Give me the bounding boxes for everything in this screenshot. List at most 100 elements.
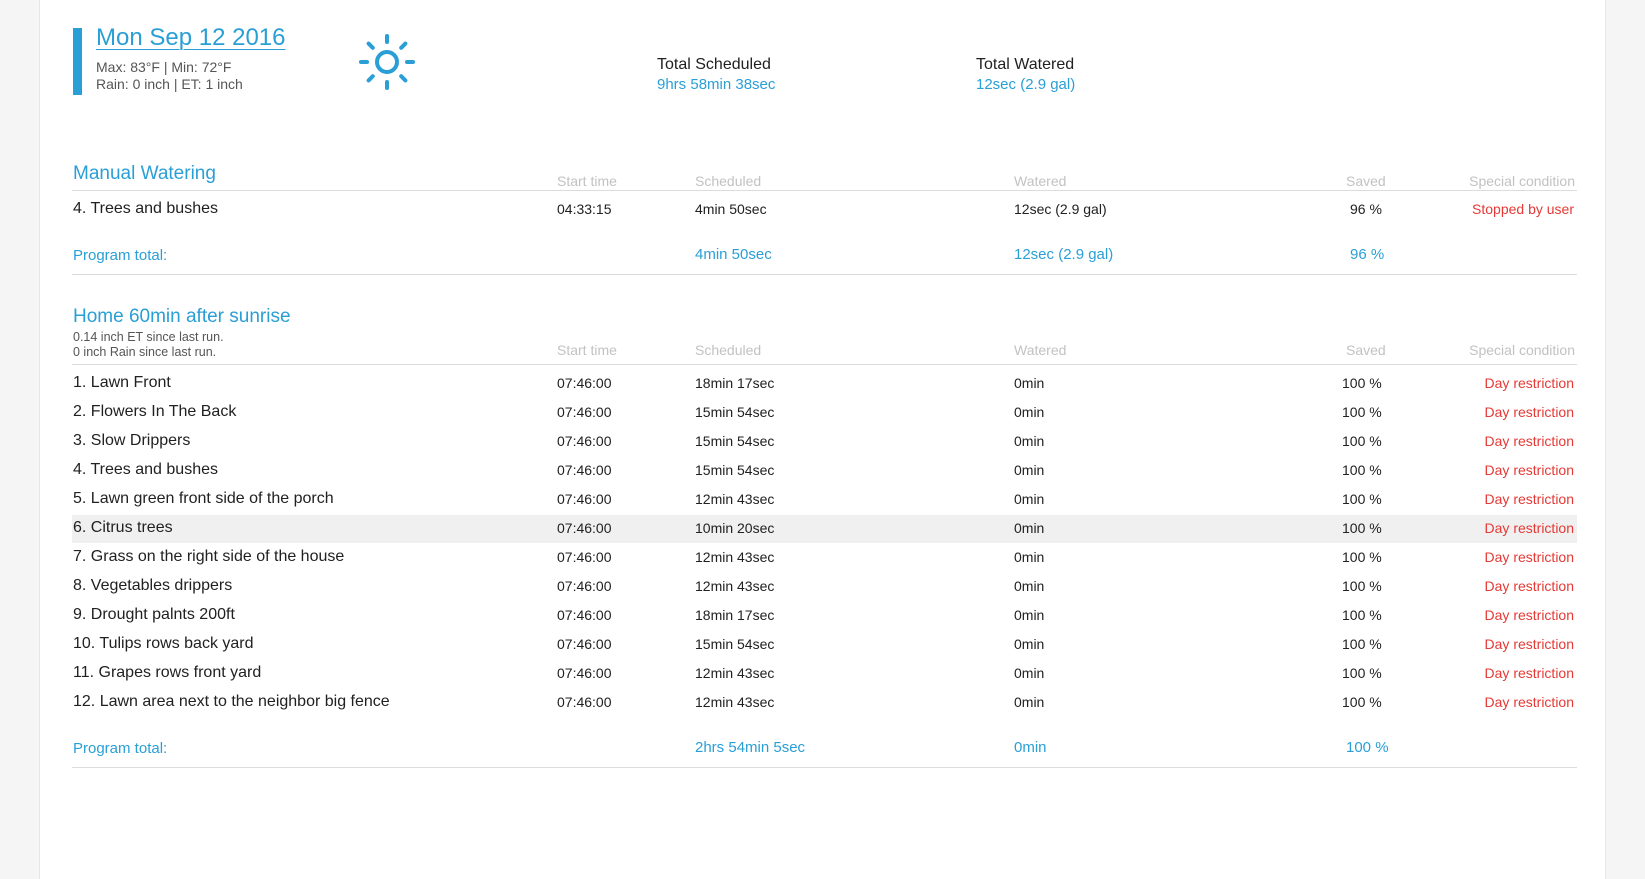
header-divider (72, 364, 1577, 365)
start-time: 07:46:00 (557, 665, 612, 681)
table-row[interactable]: 11. Grapes rows front yard 07:46:00 12mi… (72, 660, 1577, 688)
table-row[interactable]: 1. Lawn Front 07:46:00 18min 17sec 0min … (72, 370, 1577, 398)
special-condition: Day restriction (1484, 520, 1574, 536)
scheduled-duration: 12min 43sec (695, 694, 775, 710)
program-divider (72, 767, 1577, 768)
zone-name: 4. Trees and bushes (73, 461, 218, 478)
scheduled-duration: 12min 43sec (695, 491, 775, 507)
saved-percent: 100 % (1342, 520, 1382, 536)
start-time: 07:46:00 (557, 404, 612, 420)
table-row[interactable]: 9. Drought palnts 200ft 07:46:00 18min 1… (72, 602, 1577, 630)
saved-percent: 96 % (1350, 201, 1382, 217)
scheduled-duration: 12min 43sec (695, 549, 775, 565)
start-time: 07:46:00 (557, 549, 612, 565)
table-row[interactable]: 5. Lawn green front side of the porch 07… (72, 486, 1577, 514)
column-header-scheduled: Scheduled (695, 342, 762, 358)
table-row[interactable]: 7. Grass on the right side of the house … (72, 544, 1577, 572)
scheduled-duration: 15min 54sec (695, 462, 775, 478)
total-watered-value: 12sec (2.9 gal) (976, 76, 1076, 93)
zone-name: 7. Grass on the right side of the house (73, 548, 345, 565)
watered-duration: 0min (1014, 520, 1045, 536)
watered-duration: 0min (1014, 607, 1045, 623)
zone-name: 9. Drought palnts 200ft (73, 606, 235, 623)
column-header-saved: Saved (1346, 173, 1386, 189)
table-row[interactable]: 8. Vegetables drippers 07:46:00 12min 43… (72, 573, 1577, 601)
watered-duration: 0min (1014, 491, 1045, 507)
table-row[interactable]: 2. Flowers In The Back 07:46:00 15min 54… (72, 399, 1577, 427)
watered-duration: 0min (1014, 665, 1045, 681)
table-row[interactable]: 3. Slow Drippers 07:46:00 15min 54sec 0m… (72, 428, 1577, 456)
scheduled-duration: 12min 43sec (695, 665, 775, 681)
program-total-label: Program total: (73, 740, 168, 757)
start-time: 07:46:00 (557, 462, 612, 478)
zone-name: 5. Lawn green front side of the porch (73, 490, 334, 507)
scheduled-duration: 15min 54sec (695, 404, 775, 420)
column-header-scheduled: Scheduled (695, 173, 762, 189)
et-since-last-run: 0.14 inch ET since last run. (73, 330, 224, 344)
watered-duration: 12sec (2.9 gal) (1014, 201, 1107, 217)
program-total-watered: 12sec (2.9 gal) (1014, 246, 1114, 263)
sun-icon (359, 34, 415, 90)
start-time: 07:46:00 (557, 520, 612, 536)
start-time: 07:46:00 (557, 636, 612, 652)
saved-percent: 100 % (1342, 607, 1382, 623)
saved-percent: 100 % (1342, 549, 1382, 565)
total-scheduled-value: 9hrs 58min 38sec (657, 76, 776, 93)
column-header-start: Start time (557, 342, 617, 358)
program-total-saved: 100 % (1346, 739, 1389, 756)
special-condition: Day restriction (1484, 433, 1574, 449)
special-condition: Day restriction (1484, 636, 1574, 652)
date-accent-bar (73, 28, 82, 95)
watered-duration: 0min (1014, 462, 1045, 478)
scheduled-duration: 12min 43sec (695, 578, 775, 594)
saved-percent: 100 % (1342, 491, 1382, 507)
scheduled-duration: 15min 54sec (695, 433, 775, 449)
special-condition: Day restriction (1484, 375, 1574, 391)
table-row[interactable]: 10. Tulips rows back yard 07:46:00 15min… (72, 631, 1577, 659)
saved-percent: 100 % (1342, 404, 1382, 420)
saved-percent: 100 % (1342, 665, 1382, 681)
saved-percent: 100 % (1342, 578, 1382, 594)
scheduled-duration: 18min 17sec (695, 607, 775, 623)
watered-duration: 0min (1014, 433, 1045, 449)
special-condition: Day restriction (1484, 607, 1574, 623)
start-time: 07:46:00 (557, 694, 612, 710)
zone-name: 3. Slow Drippers (73, 432, 191, 449)
start-time: 04:33:15 (557, 201, 612, 217)
column-header-start: Start time (557, 173, 617, 189)
special-condition: Stopped by user (1472, 201, 1574, 217)
total-scheduled-label: Total Scheduled (657, 56, 771, 73)
column-header-saved: Saved (1346, 342, 1386, 358)
zone-name: 1. Lawn Front (73, 374, 171, 391)
program-title: Home 60min after sunrise (73, 306, 291, 327)
start-time: 07:46:00 (557, 375, 612, 391)
total-watered-label: Total Watered (976, 56, 1075, 73)
program-total-label: Program total: (73, 247, 168, 264)
table-row[interactable]: 12. Lawn area next to the neighbor big f… (72, 689, 1577, 717)
daily-report-panel: Mon Sep 12 2016 Max: 83°F | Min: 72°F Ra… (39, 0, 1606, 879)
date-link[interactable]: Mon Sep 12 2016 (96, 24, 285, 52)
zone-name: 12. Lawn area next to the neighbor big f… (73, 693, 390, 710)
program-total-watered: 0min (1014, 739, 1047, 756)
table-row[interactable]: 4. Trees and bushes 04:33:15 4min 50sec … (72, 196, 1577, 224)
program-divider (72, 274, 1577, 275)
zone-name: 10. Tulips rows back yard (73, 635, 254, 652)
scheduled-duration: 4min 50sec (695, 201, 767, 217)
special-condition: Day restriction (1484, 462, 1574, 478)
table-row-hovered[interactable]: 6. Citrus trees 07:46:00 10min 20sec 0mi… (72, 515, 1577, 543)
start-time: 07:46:00 (557, 607, 612, 623)
saved-percent: 100 % (1342, 636, 1382, 652)
zone-name: 4. Trees and bushes (73, 200, 218, 217)
special-condition: Day restriction (1484, 694, 1574, 710)
program-total-saved: 96 % (1350, 246, 1385, 263)
column-header-watered: Watered (1014, 173, 1067, 189)
column-header-watered: Watered (1014, 342, 1067, 358)
saved-percent: 100 % (1342, 375, 1382, 391)
watered-duration: 0min (1014, 636, 1045, 652)
start-time: 07:46:00 (557, 433, 612, 449)
table-row[interactable]: 4. Trees and bushes 07:46:00 15min 54sec… (72, 457, 1577, 485)
header-divider (72, 190, 1577, 191)
zone-name: 6. Citrus trees (73, 519, 173, 536)
rain-et-summary: Rain: 0 inch | ET: 1 inch (96, 76, 243, 92)
program-title: Manual Watering (73, 163, 216, 184)
